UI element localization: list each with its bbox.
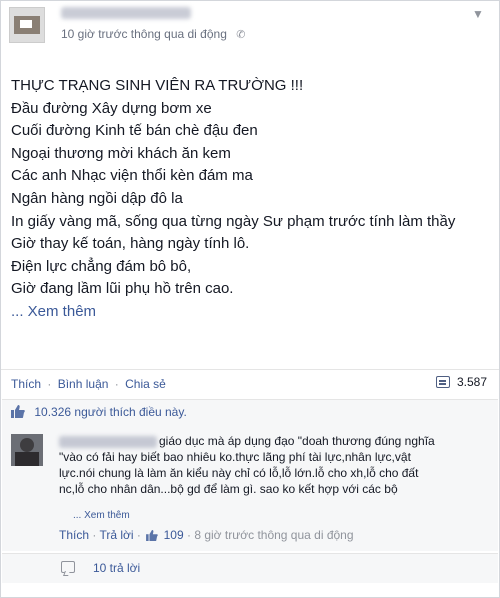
share-link[interactable]: Chia sẻ (125, 377, 166, 391)
post-line: THỰC TRẠNG SINH VIÊN RA TRƯỜNG !!! (11, 77, 304, 94)
reply-icon (61, 561, 75, 573)
post-line: In giấy vàng mã, sống qua từng ngày Sư p… (11, 212, 456, 230)
comment-line: giáo dục mà áp dụng đạo "doah thương đún… (159, 434, 435, 448)
view-replies-link[interactable]: 10 trả lời (93, 561, 140, 575)
likes-count: 10.326 (34, 405, 72, 419)
likes-text: người thích điều này. (74, 405, 187, 419)
post-meta: 10 giờ trước thông qua di động ✆ (61, 27, 245, 41)
avatar-image (15, 452, 39, 466)
post-line: Cuối đường Kinh tế bán chè đậu đen (11, 122, 258, 140)
replies-bar (2, 553, 498, 583)
comment-actions: Thích · Trả lời · 109 · 8 giờ trước thôn… (59, 528, 354, 542)
separator: · (92, 528, 97, 542)
poster-avatar[interactable] (9, 7, 45, 43)
comment-see-more-link[interactable]: ... Xem thêm (73, 510, 130, 521)
commenter-avatar[interactable] (11, 434, 43, 466)
post-line: Giờ đang lầm lũi phụ hồ trên cao. (11, 280, 234, 298)
post-timestamp[interactable]: 10 giờ trước thông qua di động (61, 27, 227, 41)
likes-summary[interactable]: 10.326 người thích điều này. (11, 405, 187, 419)
comment-timestamp[interactable]: 8 giờ trước thông qua di động (194, 528, 353, 542)
avatar-image-detail (20, 20, 32, 28)
avatar-image (20, 438, 34, 452)
post-line: Giờ thay kế toán, hàng ngày tính lô. (11, 235, 250, 253)
post-line: Ngân hàng ngồi dập đô la (11, 189, 183, 207)
separator: · (114, 377, 119, 391)
divider (1, 369, 499, 370)
see-more-link[interactable]: ... Xem thêm (11, 301, 481, 324)
post-line: Ngoại thương mời khách ăn kem (11, 144, 231, 162)
thumbs-up-icon (146, 530, 158, 541)
comment-like-count[interactable]: 109 (164, 528, 184, 542)
separator: · (47, 377, 52, 391)
post-actions: Thích · Bình luận · Chia sẻ (11, 377, 166, 391)
thumbs-up-icon (11, 405, 25, 418)
mobile-icon: ✆ (236, 29, 246, 41)
comment-like-link[interactable]: Thích (59, 528, 89, 542)
comment-text: giáo dục mà áp dụng đạo "doah thương đún… (59, 433, 489, 497)
comment-line: lực.nói chung là làm ăn kiểu này chỉ có … (59, 466, 419, 480)
separator: · (186, 528, 191, 542)
comment-line: "vào có fải hay biết bao nhiêu ko.thực l… (59, 450, 411, 464)
post-line: Điện lực chẳng đám bô bô, (11, 257, 192, 275)
comment-reply-link[interactable]: Trả lời (99, 528, 133, 542)
facebook-post: 10 giờ trước thông qua di động ✆ ▼ THỰC … (0, 0, 500, 598)
comment-link[interactable]: Bình luận (58, 377, 109, 391)
separator: · (136, 528, 141, 542)
share-count-value: 3.587 (456, 375, 487, 389)
chevron-down-icon[interactable]: ▼ (469, 5, 487, 23)
poster-name-redacted[interactable] (61, 7, 191, 19)
post-line: Đầu đường Xây dựng bơm xe (11, 99, 212, 117)
post-text: THỰC TRẠNG SINH VIÊN RA TRƯỜNG !!! Đầu đ… (11, 75, 481, 324)
like-link[interactable]: Thích (11, 377, 41, 391)
share-icon (435, 376, 450, 388)
post-line: Các anh Nhạc viện thổi kèn đám ma (11, 167, 253, 185)
share-count[interactable]: 3.587 (435, 375, 487, 389)
comment-line: nc,lỗ cho nhân dân...bộ gd để làm gì. sa… (59, 482, 398, 496)
